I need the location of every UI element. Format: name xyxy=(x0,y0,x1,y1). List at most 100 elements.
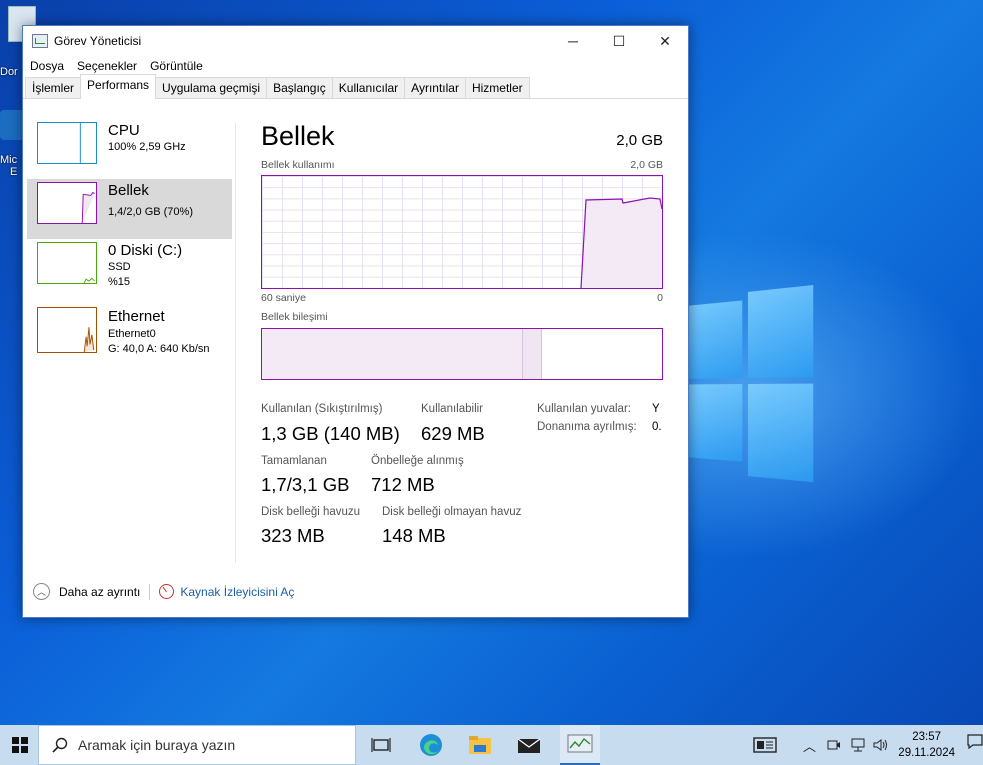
mail-icon[interactable] xyxy=(517,733,541,757)
footer-bar: ︿ Daha az ayrıntı Kaynak İzleyicisini Aç xyxy=(33,583,294,600)
volume-icon[interactable] xyxy=(873,725,889,765)
open-resource-monitor-link[interactable]: Kaynak İzleyicisini Aç xyxy=(159,584,294,599)
disk-thumbnail-graph xyxy=(37,242,97,284)
tab-startup[interactable]: Başlangıç xyxy=(266,77,333,98)
file-explorer-icon[interactable] xyxy=(468,733,492,757)
sidebar-disk-type: SSD xyxy=(108,261,131,273)
maximize-button[interactable]: ☐ xyxy=(596,26,642,56)
usage-graph-max: 2,0 GB xyxy=(630,159,663,171)
tab-performance[interactable]: Performans xyxy=(80,74,157,99)
windows-logo xyxy=(689,284,814,487)
notification-icon xyxy=(967,734,983,750)
chevron-up-icon: ︿ xyxy=(33,583,50,600)
x-axis-left-label: 60 saniye xyxy=(261,292,306,304)
sidebar-disk-name: 0 Diski (C:) xyxy=(108,242,183,259)
window-title: Görev Yöneticisi xyxy=(54,34,142,48)
stat-paged-pool-value: 323 MB xyxy=(261,525,325,546)
hardware-reserved-value: 0. xyxy=(652,421,662,433)
stat-cached-value: 712 MB xyxy=(371,474,435,495)
minimize-button[interactable]: ─ xyxy=(550,26,596,56)
windows-start-icon xyxy=(12,737,28,753)
news-widget-button[interactable] xyxy=(753,725,777,765)
sidebar-cpu-sub: 100% 2,59 GHz xyxy=(108,141,186,153)
tab-users[interactable]: Kullanıcılar xyxy=(331,77,406,98)
page-title: Bellek xyxy=(261,121,335,151)
composition-in-use xyxy=(262,329,523,379)
task-manager-icon xyxy=(32,34,48,48)
sidebar-item-disk[interactable]: 0 Diski (C:) SSD %15 xyxy=(27,239,232,299)
tab-processes[interactable]: İşlemler xyxy=(25,77,82,98)
composition-label: Bellek bileşimi xyxy=(261,311,328,323)
composition-standby xyxy=(523,329,542,379)
menu-options[interactable]: Seçenekler xyxy=(70,59,143,73)
news-icon xyxy=(753,737,777,753)
sidebar-ethernet-adapter: Ethernet0 xyxy=(108,328,156,340)
slots-used-label: Kullanılan yuvalar: xyxy=(537,403,631,415)
stat-in-use-value: 1,3 GB (140 MB) xyxy=(261,423,400,444)
clock-date: 29.11.2024 xyxy=(898,747,955,759)
memory-capacity: 2,0 GB xyxy=(616,132,663,149)
taskbar-task-manager[interactable] xyxy=(560,725,600,765)
resource-monitor-icon xyxy=(159,584,175,599)
sidebar-cpu-name: CPU xyxy=(108,122,140,139)
sidebar-disk-usage: %15 xyxy=(108,276,131,288)
meet-now-icon[interactable] xyxy=(827,725,841,765)
hardware-reserved-label: Donanıma ayrılmış: xyxy=(537,421,637,433)
fewer-details-button[interactable]: ︿ Daha az ayrıntı xyxy=(33,583,140,600)
footer-divider xyxy=(149,583,151,600)
sidebar-item-memory[interactable]: Bellek 1,4/2,0 GB (70%) xyxy=(27,179,232,239)
stat-in-use-label: Kullanılan (Sıkıştırılmış) xyxy=(261,403,383,415)
tab-details[interactable]: Ayrıntılar xyxy=(404,77,466,98)
taskbar: Aramak için buraya yazın ︿ 23:57 29.11.2… xyxy=(0,725,983,765)
close-button[interactable]: ✕ xyxy=(642,26,688,56)
sidebar-memory-sub: 1,4/2,0 GB (70%) xyxy=(108,206,193,218)
resource-monitor-label: Kaynak İzleyicisini Aç xyxy=(180,584,295,599)
task-view-icon[interactable] xyxy=(369,733,393,757)
stat-available-label: Kullanılabilir xyxy=(421,403,484,415)
x-axis-right-label: 0 xyxy=(657,292,663,304)
resource-sidebar: CPU 100% 2,59 GHz Bellek 1,4/2,0 GB (70%… xyxy=(27,119,232,367)
taskbar-clock[interactable]: 23:57 29.11.2024 xyxy=(898,729,955,761)
stat-nonpaged-pool-label: Disk belleği olmayan havuz xyxy=(382,506,522,518)
notification-center-button[interactable] xyxy=(967,733,983,754)
network-status-icon xyxy=(851,738,865,752)
sidebar-memory-name: Bellek xyxy=(108,182,149,199)
memory-composition-bar xyxy=(261,328,663,380)
tab-services[interactable]: Hizmetler xyxy=(464,77,530,98)
show-hidden-icons-button[interactable]: ︿ xyxy=(803,725,816,765)
fewer-details-label: Daha az ayrıntı xyxy=(59,584,141,599)
sidebar-item-ethernet[interactable]: Ethernet Ethernet0 G: 40,0 A: 640 Kb/sn xyxy=(27,305,232,367)
search-icon xyxy=(52,737,68,753)
memory-thumbnail-graph xyxy=(37,182,97,224)
memory-usage-graph xyxy=(261,175,663,289)
title-bar[interactable]: Görev Yöneticisi ─ ☐ ✕ xyxy=(23,26,688,56)
close-icon: ✕ xyxy=(659,32,671,49)
cpu-thumbnail-graph xyxy=(37,122,97,164)
stat-paged-pool-label: Disk belleği havuzu xyxy=(261,506,361,518)
menu-view[interactable]: Görüntüle xyxy=(143,59,209,73)
speaker-icon xyxy=(873,739,887,751)
start-button[interactable] xyxy=(0,725,40,765)
sidebar-ethernet-throughput: G: 40,0 A: 640 Kb/sn xyxy=(108,343,210,355)
stat-committed-label: Tamamlanan xyxy=(261,455,327,467)
taskbar-search-box[interactable]: Aramak için buraya yazın xyxy=(38,725,356,765)
edge-icon xyxy=(0,110,24,140)
stat-nonpaged-pool-value: 148 MB xyxy=(382,525,446,546)
usage-graph-label: Bellek kullanımı xyxy=(261,159,335,171)
tab-strip: İşlemler Performans Uygulama geçmişi Baş… xyxy=(23,74,688,99)
performance-panel: CPU 100% 2,59 GHz Bellek 1,4/2,0 GB (70%… xyxy=(23,99,688,617)
panel-divider xyxy=(235,123,236,563)
stat-cached-label: Önbelleğe alınmış xyxy=(371,455,464,467)
slots-used-value: Y xyxy=(652,403,660,415)
clock-time: 23:57 xyxy=(912,731,942,743)
stat-committed-value: 1,7/3,1 GB xyxy=(261,474,350,495)
sidebar-item-cpu[interactable]: CPU 100% 2,59 GHz xyxy=(27,119,232,179)
network-icon[interactable] xyxy=(850,725,866,765)
stat-available-value: 629 MB xyxy=(421,423,485,444)
menu-file[interactable]: Dosya xyxy=(23,59,70,73)
edge-browser-icon[interactable] xyxy=(419,733,443,757)
tab-app-history[interactable]: Uygulama geçmişi xyxy=(155,77,268,98)
menu-bar: Dosya Seçenekler Görüntüle xyxy=(23,56,688,76)
search-placeholder: Aramak için buraya yazın xyxy=(78,737,236,753)
task-manager-window: Görev Yöneticisi ─ ☐ ✕ Dosya Seçenekler … xyxy=(22,25,689,618)
